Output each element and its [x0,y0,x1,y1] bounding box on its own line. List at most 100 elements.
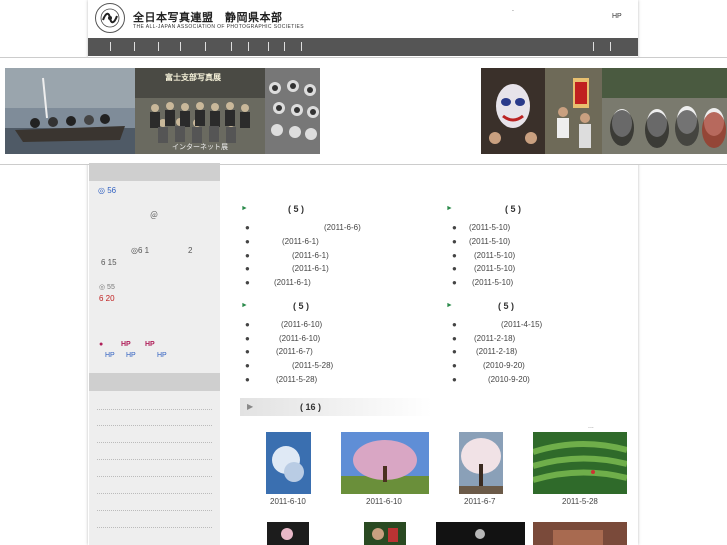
banner-caption-2: インターネット展 [172,144,228,151]
sidebar-item-5: ◎ 55 [99,284,115,291]
banner-photo-boat [5,68,135,154]
nav-item[interactable] [110,42,111,51]
sidebar-link-dot[interactable]: ● [99,341,103,348]
nav-item[interactable] [180,42,181,51]
list-item[interactable]: (2011-6-10) [279,334,320,343]
bullet-icon: ● [452,375,457,384]
thumb-date: 2011-6-7 [464,497,496,506]
photo-section-header [240,398,432,416]
sidebar: ◎ 56 ＠ ◎6 1 2 6 15 ◎ 55 6 20 ● HP HP HP … [89,163,220,545]
top-dot: . [512,6,514,13]
nav-bar [88,38,638,56]
arrow-icon: ► [446,205,453,212]
banner-caption: 富士支部写真展 [165,73,221,82]
nav-item[interactable] [593,42,594,51]
logo-icon[interactable] [95,3,125,33]
thumb-photo[interactable] [267,522,309,545]
sidebar-item-1[interactable]: ◎ 56 [98,186,116,195]
list-item[interactable]: (2011-6-1) [292,251,329,260]
nav-item[interactable] [134,42,135,51]
bullet-icon: ● [245,361,250,370]
sidebar-item-3: ◎6 1 [131,246,150,255]
nav-item[interactable] [610,42,611,51]
divider [97,510,212,511]
thumb-photo[interactable] [364,522,406,545]
bullet-icon: ● [452,223,457,232]
thumb-date: 2011-6-10 [366,497,402,506]
nav-item[interactable] [158,42,159,51]
thumb-photo[interactable] [533,432,627,494]
list-item[interactable]: (2011-5-28) [292,361,333,370]
nav-item[interactable] [205,42,206,51]
bullet-icon: ● [452,320,457,329]
thumb-photo[interactable] [459,432,503,494]
arrow-icon: ► [446,302,453,309]
section-title: ( 5 ) [498,301,515,311]
divider [97,493,212,494]
thumb-photo[interactable] [436,522,525,545]
thumb-photo[interactable] [533,522,627,545]
banner-photo-masks-group [602,68,727,154]
list-item[interactable]: (2011-6-1) [274,278,311,287]
list-item[interactable]: (2011-5-10) [474,251,515,260]
list-item[interactable]: (2011-5-10) [472,278,513,287]
nav-item[interactable] [284,42,285,51]
banner: 富士支部写真展 インターネット展 [0,57,727,165]
bullet-icon: ● [245,278,250,287]
divider [97,527,212,528]
photo-section-title: ( 16 ) [300,402,322,412]
list-item[interactable]: (2011-5-10) [469,223,510,232]
divider [97,459,212,460]
nav-item[interactable] [248,42,249,51]
more-link[interactable]: ... [588,423,594,430]
sidebar-link-hp[interactable]: HP [105,352,115,359]
list-item[interactable]: (2011-5-10) [474,264,515,273]
list-item[interactable]: (2011-2-18) [476,347,517,356]
divider [97,409,212,410]
section-title: ( 5 ) [505,204,522,214]
divider [97,425,212,426]
section-title: ( 5 ) [288,204,305,214]
bullet-icon: ● [452,278,457,287]
list-item[interactable]: (2011-4-15) [501,320,542,329]
thumb-photo[interactable] [266,432,311,494]
banner-photo-festival [545,68,602,154]
sidebar-link-hp[interactable]: HP [145,341,155,348]
thumb-date: 2011-6-10 [270,497,306,506]
list-item[interactable]: (2011-6-7) [276,347,313,356]
bullet-icon: ● [452,264,457,273]
section-title: ( 5 ) [293,301,310,311]
list-item[interactable]: (2011-5-10) [469,237,510,246]
nav-item[interactable] [231,42,232,51]
list-item[interactable]: (2011-5-28) [276,375,317,384]
org-subtitle: THE ALL-JAPAN ASSOCIATION OF PHOTOGRAPHI… [133,24,304,30]
nav-item[interactable] [301,42,302,51]
hp-link[interactable]: HP [612,13,622,20]
sidebar-link-hp[interactable]: HP [121,341,131,348]
list-item[interactable]: (2010-9-20) [488,375,530,384]
bullet-icon: ● [245,251,250,260]
bullet-icon: ● [452,251,457,260]
list-item[interactable]: (2011-2-18) [474,334,515,343]
thumb-date: 2011-5-28 [562,497,598,506]
banner-photo-bw [265,68,320,154]
sidebar-link-hp[interactable]: HP [157,352,167,359]
thumb-photo[interactable] [341,432,429,494]
list-item[interactable]: (2011-6-1) [292,264,329,273]
sidebar-link-hp[interactable]: HP [126,352,136,359]
nav-item[interactable] [268,42,269,51]
play-icon: ▶ [247,402,254,411]
list-item[interactable]: (2011-6-10) [281,320,322,329]
divider [97,476,212,477]
bullet-icon: ● [245,334,250,343]
list-item[interactable]: (2010-9-20) [483,361,525,370]
bullet-icon: ● [452,237,457,246]
bullet-icon: ● [245,320,250,329]
bullet-icon: ● [452,347,457,356]
list-item[interactable]: (2011-6-6) [324,223,361,232]
sidebar-header-2 [89,373,220,391]
banner-photo-mask [481,68,545,154]
list-item[interactable]: (2011-6-1) [282,237,319,246]
sidebar-item-2: ＠ [150,211,158,220]
bullet-icon: ● [245,223,250,232]
